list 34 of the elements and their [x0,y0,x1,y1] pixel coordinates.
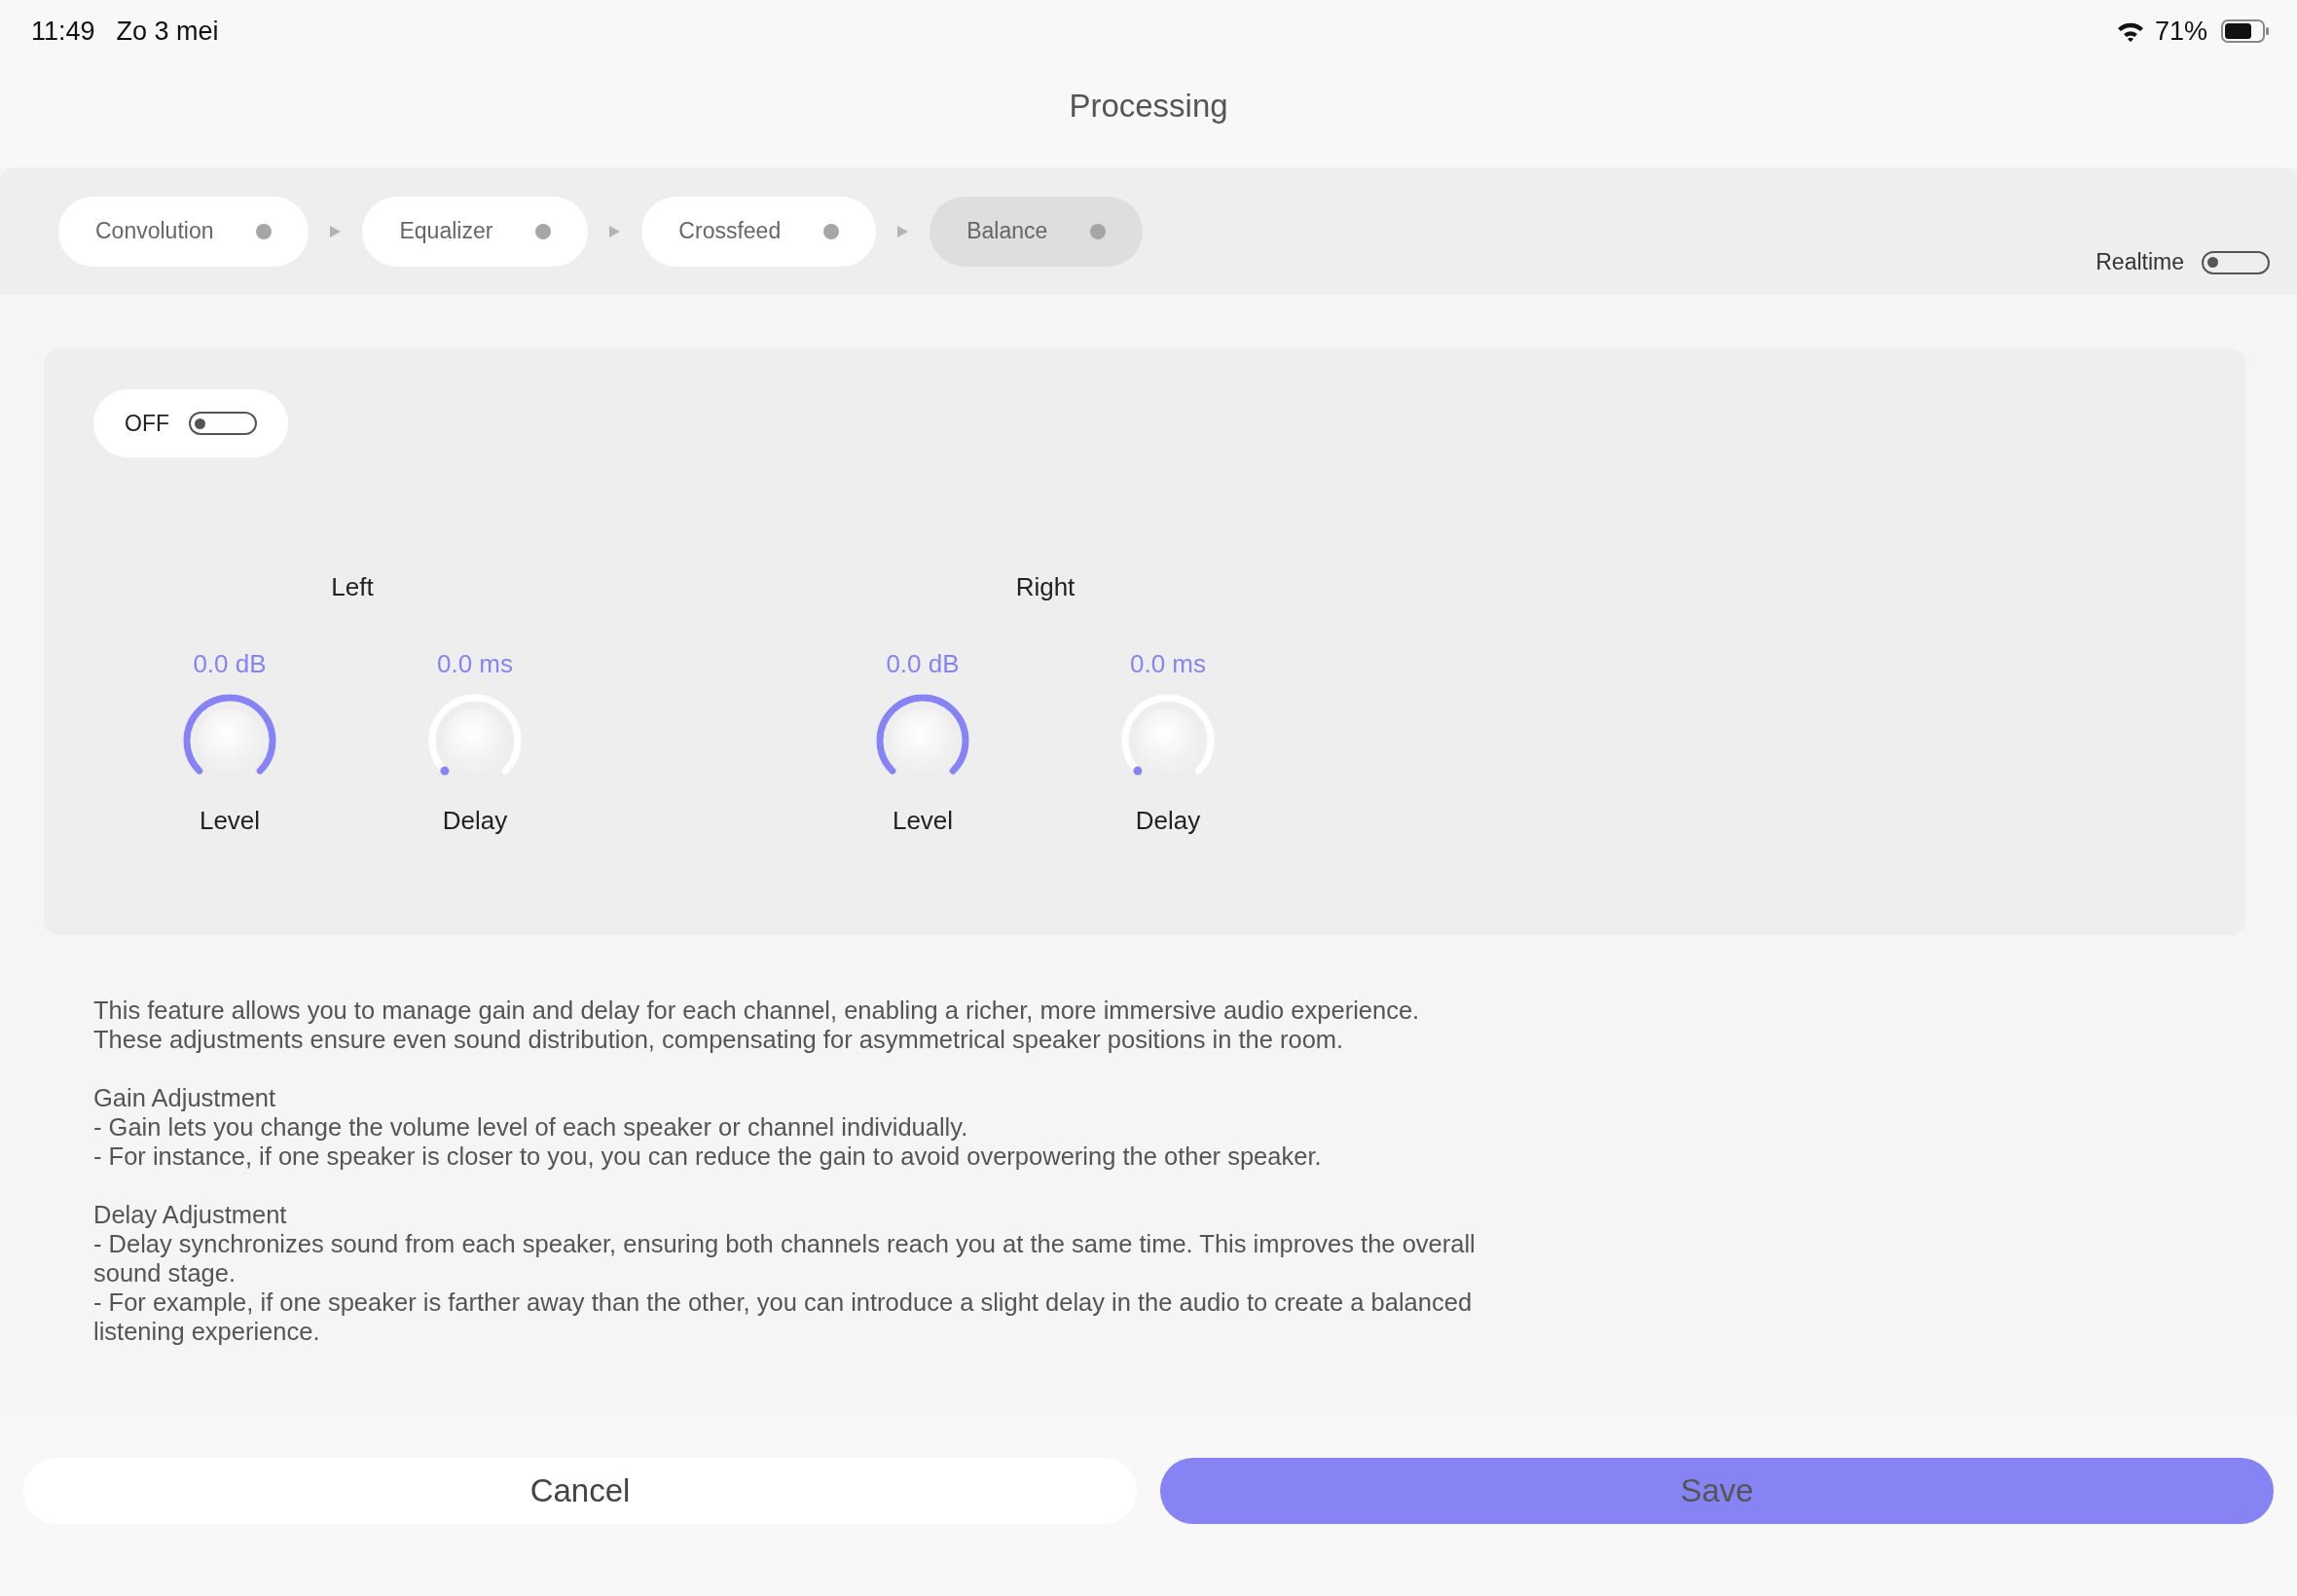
realtime-label: Realtime [2096,249,2184,275]
description-text: - Gain lets you change the volume level of each speaker or channel individually. [93,1112,969,1142]
power-toggle[interactable]: OFF [93,389,288,457]
description-text: These adjustments ensure even sound distribution, compensating for asymmetrical speaker positions in the room. [93,1025,1345,1054]
description-text: - Delay synchronizes sound from each speaker, ensuring both channels reach you at the same time. This improves the overall sound stage. [93,1229,1477,1288]
processing-step-tab[interactable]: Equalizer [362,196,589,267]
knob-label: Delay [442,806,508,836]
channel-heading: Left [331,572,374,602]
battery-percent: 71% [2154,16,2207,47]
status-date: Zo 3 mei [116,16,219,47]
knob-value: 0.0 ms [1130,649,1206,679]
arrow-icon [609,225,621,237]
knob-label: Level [199,806,261,836]
processing-step-tab[interactable]: Balance [930,196,1144,267]
processing-step-tab[interactable]: Convolution [58,196,310,267]
processing-step-tab[interactable]: Crossfeed [641,196,877,267]
knob-label: Delay [1135,806,1201,836]
realtime-toggle[interactable] [2202,250,2270,274]
battery-icon [2221,19,2270,43]
knob-value: 0.0 ms [437,649,513,679]
description-text: - For example, if one speaker is farther away than the other, you can introduce a slight delay in the audio to create a balanced listening experience. [93,1288,1474,1346]
status-time: 11:49 [31,16,95,47]
description-text: This feature allows you to manage gain and delay for each channel, enabling a richer, more immersive audio experience. [93,996,1421,1025]
description-text: - For instance, if one speaker is closer to you, you can reduce the gain to avoid overpowering the other speaker. [93,1142,1323,1171]
description-text: Gain Adjustment [93,1083,277,1112]
channel-heading: Right [1015,572,1076,602]
arrow-icon [330,225,342,237]
knob-value: 0.0 dB [886,649,960,679]
cancel-button[interactable]: Cancel [23,1458,1137,1524]
description-text: Delay Adjustment [93,1200,288,1229]
page-title: Processing [1068,88,1229,125]
knob-value: 0.0 dB [193,649,267,679]
knob-label: Level [892,806,954,836]
arrow-icon [897,225,909,237]
